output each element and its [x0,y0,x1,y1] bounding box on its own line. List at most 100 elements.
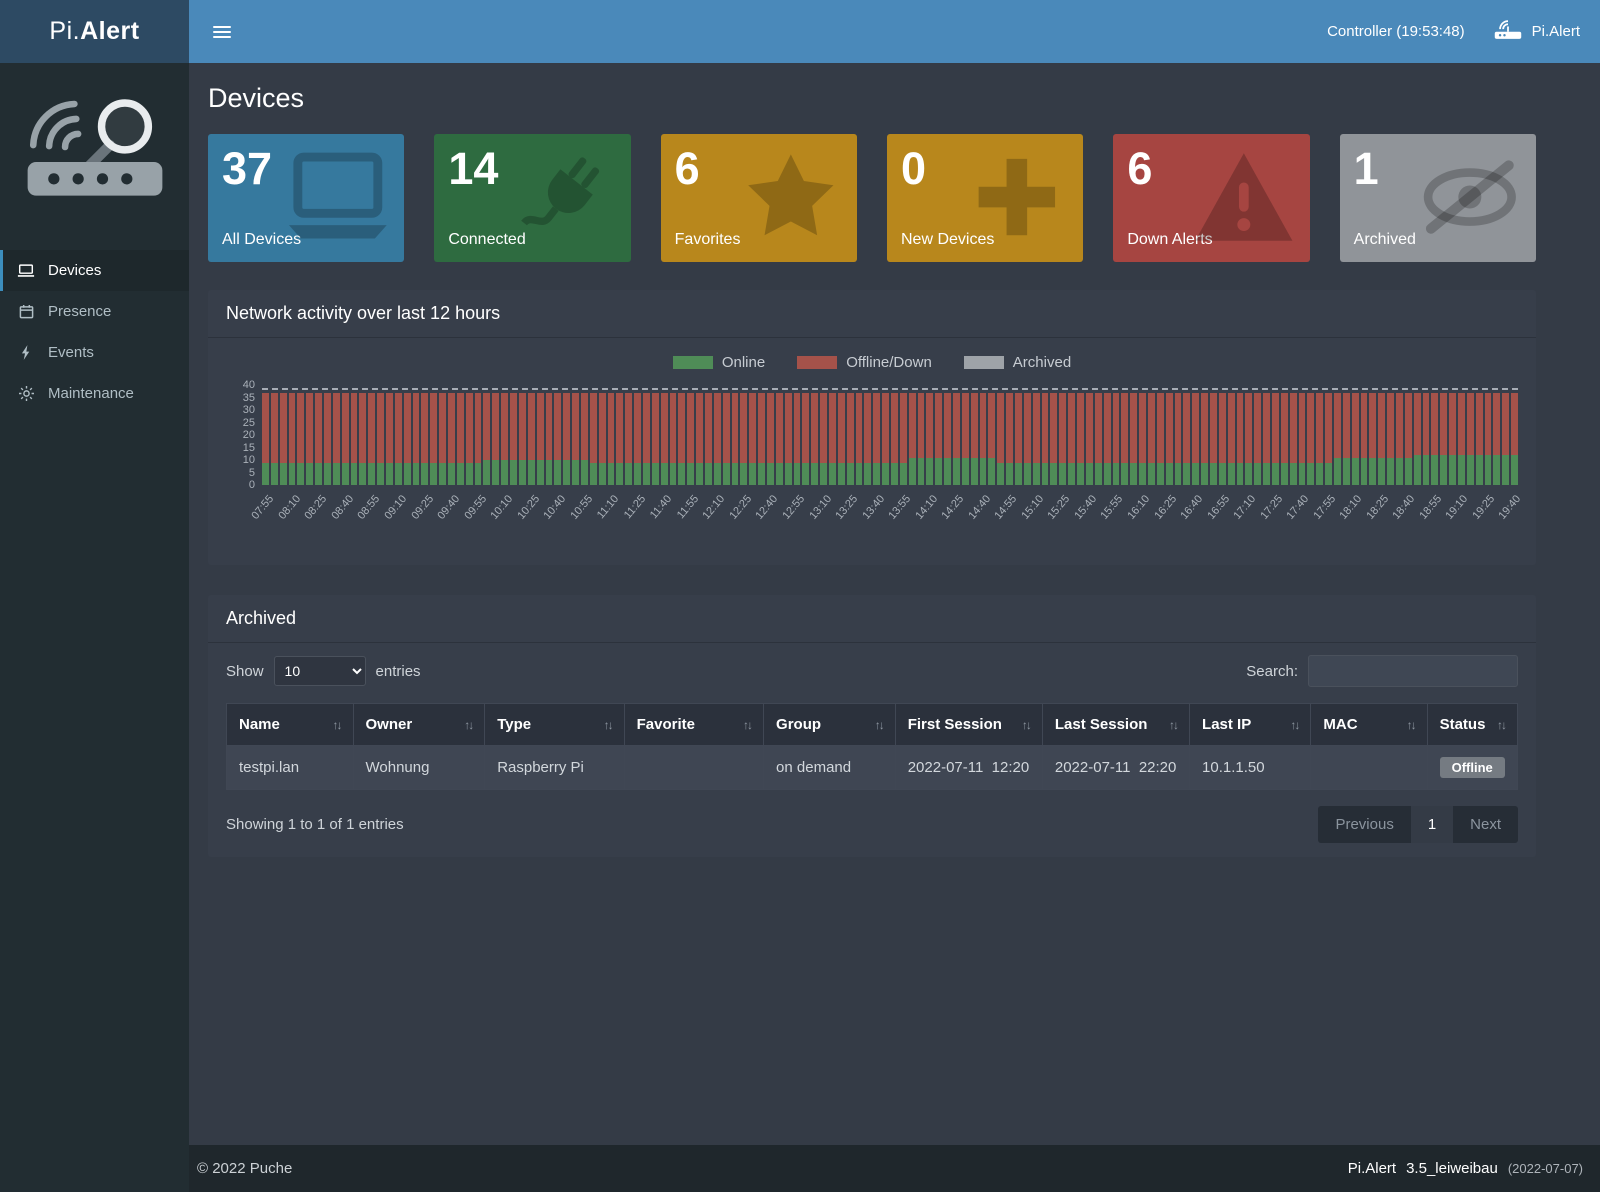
online-swatch-icon [673,356,713,369]
chart-bar [439,385,446,485]
navbar: Controller (19:53:48) [189,0,1600,63]
network-activity-panel: Network activity over last 12 hours Onli… [208,290,1536,565]
stat-card-favorites[interactable]: 6 Favorites [661,134,857,262]
offline-swatch-icon [797,356,837,369]
chart-bar [404,385,411,485]
sidebar-item-label: Maintenance [48,385,134,402]
sidebar-toggle-icon[interactable] [209,20,235,44]
sidebar-item-presence[interactable]: Presence [0,291,189,332]
col-header-name[interactable]: Name↑↓ [227,704,354,746]
chart-bar [1414,385,1421,485]
network-activity-title: Network activity over last 12 hours [208,290,1536,338]
chart-bar [510,385,517,485]
col-header-first-session[interactable]: First Session↑↓ [895,704,1042,746]
chart-bar [1502,385,1509,485]
archived-panel: Archived Show 10 entries Searc [208,595,1536,857]
chart-bar [554,385,561,485]
chart-bar [519,385,526,485]
x-tick-label: 17:10 [1231,493,1258,522]
col-header-favorite[interactable]: Favorite↑↓ [624,704,763,746]
chart-bar [1378,385,1385,485]
previous-page-button[interactable]: Previous [1318,806,1410,843]
x-tick-label: 18:10 [1338,493,1365,522]
chart-bar [634,385,641,485]
chart-bar [714,385,721,485]
sort-icon: ↑↓ [875,718,883,732]
pialert-app: Pi.Alert Controller (19:53:48) [0,0,1600,1192]
chart-bar [297,385,304,485]
col-header-mac[interactable]: MAC↑↓ [1311,704,1427,746]
device-status-cell: Offline [1427,746,1517,790]
chart-bar [616,385,623,485]
calendar-icon [16,304,36,319]
col-header-last-session[interactable]: Last Session↑↓ [1042,704,1189,746]
chart-y-axis: 0510152025303540 [226,385,262,485]
stat-card-archived[interactable]: 1 Archived [1340,134,1536,262]
chart-bar [572,385,579,485]
stat-card-connected[interactable]: 14 Connected [434,134,630,262]
x-tick-label: 08:25 [303,493,330,522]
x-tick-label: 18:25 [1364,493,1391,522]
next-page-button[interactable]: Next [1453,806,1518,843]
x-tick-label: 10:25 [515,493,542,522]
chart-bar [1493,385,1500,485]
pialert-home-link[interactable]: Pi.Alert [1493,19,1580,45]
page-number-button[interactable]: 1 [1411,806,1453,843]
sidebar-logo [0,63,189,250]
x-tick-label: 14:25 [940,493,967,522]
stat-card-all-devices[interactable]: 37 All Devices [208,134,404,262]
y-tick-label: 10 [243,454,255,466]
x-tick-label: 19:10 [1444,493,1471,522]
chart-bar [1352,385,1359,485]
x-tick-label: 12:40 [754,493,781,522]
stat-card-new-devices[interactable]: 0 New Devices [887,134,1083,262]
chart-bar [705,385,712,485]
chart-bar [1050,385,1057,485]
star-icon [737,148,845,246]
navbar-right: Controller (19:53:48) [1327,19,1580,45]
sidebar-item-maintenance[interactable]: Maintenance [0,373,189,414]
footer-version-info: Pi.Alert 3.5_leiweibau (2022-07-07) [1348,1160,1583,1177]
footer-brand: Pi.Alert [1348,1160,1396,1177]
col-header-last-ip[interactable]: Last IP↑↓ [1190,704,1311,746]
legend-item-offline: Offline/Down [797,354,932,371]
col-header-type[interactable]: Type↑↓ [485,704,624,746]
chart-bar [1361,385,1368,485]
legend-label: Online [722,354,765,371]
sidebar-item-events[interactable]: Events [0,332,189,373]
laptop-icon [284,148,392,246]
bolt-icon [16,345,36,360]
chart-bar [838,385,845,485]
x-tick-label: 10:55 [568,493,595,522]
plus-icon [963,148,1071,246]
x-tick-label: 09:25 [409,493,436,522]
chart-bar [590,385,597,485]
col-header-group[interactable]: Group↑↓ [764,704,896,746]
table-row: testpi.lan Wohnung Raspberry Pi on deman… [227,746,1518,790]
sidebar-item-devices[interactable]: Devices [0,250,189,291]
eye-slash-icon [1416,148,1524,246]
chart-bar [483,385,490,485]
brand-pre: Pi. [49,17,80,46]
stat-card-down-alerts[interactable]: 6 Down Alerts [1113,134,1309,262]
chart-bar [1307,385,1314,485]
chart-bar [1485,385,1492,485]
col-header-owner[interactable]: Owner↑↓ [353,704,485,746]
brand-logo[interactable]: Pi.Alert [0,0,189,63]
device-name-link[interactable]: testpi.lan [227,746,354,790]
chart-bar [732,385,739,485]
main-area: Devices 37 All Devices 14 Connected [189,63,1600,1192]
search-input[interactable] [1308,655,1518,687]
chart-bar [1086,385,1093,485]
col-header-status[interactable]: Status↑↓ [1427,704,1517,746]
sort-icon: ↑↓ [464,718,472,732]
x-tick-label: 15:10 [1019,493,1046,522]
sort-icon: ↑↓ [1290,718,1298,732]
legend-label: Offline/Down [846,354,932,371]
device-type: Raspberry Pi [485,746,624,790]
sort-icon: ↑↓ [333,718,341,732]
y-tick-label: 30 [243,404,255,416]
entries-select[interactable]: 10 [274,656,366,686]
controller-status-link[interactable]: Controller (19:53:48) [1327,23,1465,40]
chart-bar [1042,385,1049,485]
